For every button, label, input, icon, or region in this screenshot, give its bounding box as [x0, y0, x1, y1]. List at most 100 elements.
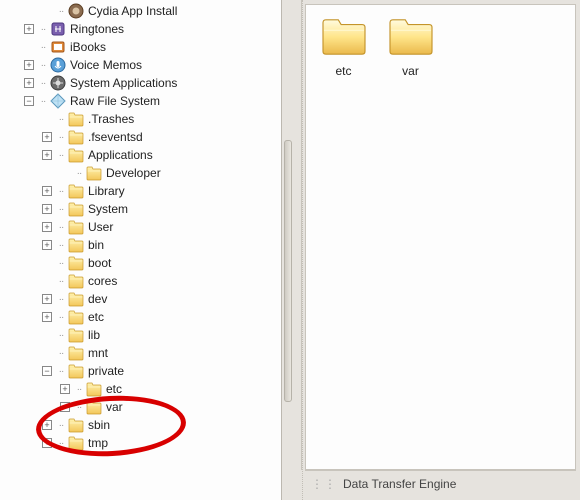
- collapse-icon[interactable]: −: [42, 366, 52, 376]
- expand-icon[interactable]: +: [42, 420, 52, 430]
- folder-etc[interactable]: etc: [316, 15, 371, 78]
- tree-connector-icon: ··: [54, 222, 68, 233]
- expand-icon[interactable]: +: [42, 186, 52, 196]
- expander-blank: [42, 6, 52, 16]
- tree-item-label: mnt: [88, 346, 108, 360]
- expander-blank: [24, 42, 34, 52]
- expand-icon[interactable]: +: [60, 402, 70, 412]
- panel-divider[interactable]: [282, 0, 302, 500]
- expander-blank: [42, 348, 52, 358]
- tree-item-mnt[interactable]: ··mnt: [0, 344, 281, 362]
- tree-item-var[interactable]: +··var: [0, 398, 281, 416]
- expand-icon[interactable]: +: [60, 384, 70, 394]
- tree-connector-icon: ··: [54, 438, 68, 449]
- collapse-icon[interactable]: −: [24, 96, 34, 106]
- expand-icon[interactable]: +: [42, 240, 52, 250]
- tree-item-label: sbin: [88, 418, 110, 432]
- tree-item-private[interactable]: −·· private: [0, 362, 281, 380]
- tree-item-etc[interactable]: +·· etc: [0, 308, 281, 326]
- tree-item-label: .fseventsd: [88, 130, 143, 144]
- tree-item-ibooks[interactable]: ··iBooks: [0, 38, 281, 56]
- folder-icon: [86, 381, 102, 397]
- expand-icon[interactable]: +: [42, 222, 52, 232]
- tree-item-dev[interactable]: +·· dev: [0, 290, 281, 308]
- folder-icon: [68, 129, 84, 145]
- content-panel: etcvar ⋮⋮ Data Transfer Engine: [302, 0, 580, 500]
- tree-panel: ··Cydia App Install+··Ringtones··iBooks+…: [0, 0, 282, 500]
- expand-icon[interactable]: +: [42, 438, 52, 448]
- folder-icon: [68, 147, 84, 163]
- tree-connector-icon: ··: [72, 384, 86, 395]
- tree-connector-icon: ··: [54, 366, 68, 377]
- tree-item-library[interactable]: +··Library: [0, 182, 281, 200]
- folder-area: etcvar: [305, 4, 576, 470]
- folder-icon: [86, 165, 102, 181]
- expander-blank: [42, 258, 52, 268]
- folder-label: etc: [316, 64, 371, 78]
- folder-icon: [68, 201, 84, 217]
- tree-item--trashes[interactable]: ··.Trashes: [0, 110, 281, 128]
- tree-item-applications[interactable]: +··Applications: [0, 146, 281, 164]
- folder-icon: [68, 345, 84, 361]
- voice-icon: [50, 57, 66, 73]
- folder-icon: [68, 111, 84, 127]
- expand-icon[interactable]: +: [24, 60, 34, 70]
- folder-large-icon: [319, 15, 369, 57]
- expander-blank: [42, 330, 52, 340]
- tree-item-label: .Trashes: [88, 112, 134, 126]
- expand-icon[interactable]: +: [42, 132, 52, 142]
- folder-icon: [68, 417, 84, 433]
- tree-item-ringtones[interactable]: +··Ringtones: [0, 20, 281, 38]
- tree-item-developer[interactable]: ··Developer: [0, 164, 281, 182]
- folder-label: var: [383, 64, 438, 78]
- tree-item-voice-memos[interactable]: +··Voice Memos: [0, 56, 281, 74]
- tree-connector-icon: ··: [54, 276, 68, 287]
- expand-icon[interactable]: +: [42, 312, 52, 322]
- ibooks-icon: [50, 39, 66, 55]
- tree-item-raw-file-system[interactable]: −··Raw File System: [0, 92, 281, 110]
- diamond-icon: [50, 93, 66, 109]
- tree-item-label: Library: [88, 184, 125, 198]
- tree-connector-icon: ··: [54, 240, 68, 251]
- tree-item-cydia-app-install[interactable]: ··Cydia App Install: [0, 2, 281, 20]
- tree-item-user[interactable]: +·· User: [0, 218, 281, 236]
- tree-item-label: Ringtones: [70, 22, 124, 36]
- tree-connector-icon: ··: [36, 60, 50, 71]
- expand-icon[interactable]: +: [42, 294, 52, 304]
- tree-item-label: boot: [88, 256, 111, 270]
- folder-var[interactable]: var: [383, 15, 438, 78]
- tree-item-bin[interactable]: +··bin: [0, 236, 281, 254]
- tree-item-lib[interactable]: ··lib: [0, 326, 281, 344]
- folder-icon: [86, 399, 102, 415]
- tree-connector-icon: ··: [36, 78, 50, 89]
- expander-blank: [42, 276, 52, 286]
- folder-icon: [68, 219, 84, 235]
- status-text: Data Transfer Engine: [343, 477, 456, 491]
- tree-item--fseventsd[interactable]: +··.fseventsd: [0, 128, 281, 146]
- tree-item-label: iBooks: [70, 40, 106, 54]
- tree-item-sbin[interactable]: +··sbin: [0, 416, 281, 434]
- expand-icon[interactable]: +: [42, 150, 52, 160]
- tree-item-label: dev: [88, 292, 107, 306]
- tree-item-tmp[interactable]: +··tmp: [0, 434, 281, 452]
- folder-icon: [68, 183, 84, 199]
- cydia-icon: [68, 3, 84, 19]
- expand-icon[interactable]: +: [42, 204, 52, 214]
- tree-connector-icon: ··: [54, 312, 68, 323]
- tree-connector-icon: ··: [54, 294, 68, 305]
- tree-item-system-applications[interactable]: +··System Applications: [0, 74, 281, 92]
- folder-icon: [68, 435, 84, 451]
- tree-item-cores[interactable]: ··cores: [0, 272, 281, 290]
- tree-item-etc[interactable]: +··etc: [0, 380, 281, 398]
- tree-connector-icon: ··: [54, 150, 68, 161]
- tree-item-label: etc: [88, 310, 104, 324]
- folder-icon: [68, 309, 84, 325]
- tree-item-boot[interactable]: ··boot: [0, 254, 281, 272]
- tree-item-label: private: [88, 364, 124, 378]
- folder-icon: [68, 273, 84, 289]
- expand-icon[interactable]: +: [24, 24, 34, 34]
- tree-item-system[interactable]: +··System: [0, 200, 281, 218]
- tree-item-label: User: [88, 220, 113, 234]
- tree-connector-icon: ··: [72, 168, 86, 179]
- expand-icon[interactable]: +: [24, 78, 34, 88]
